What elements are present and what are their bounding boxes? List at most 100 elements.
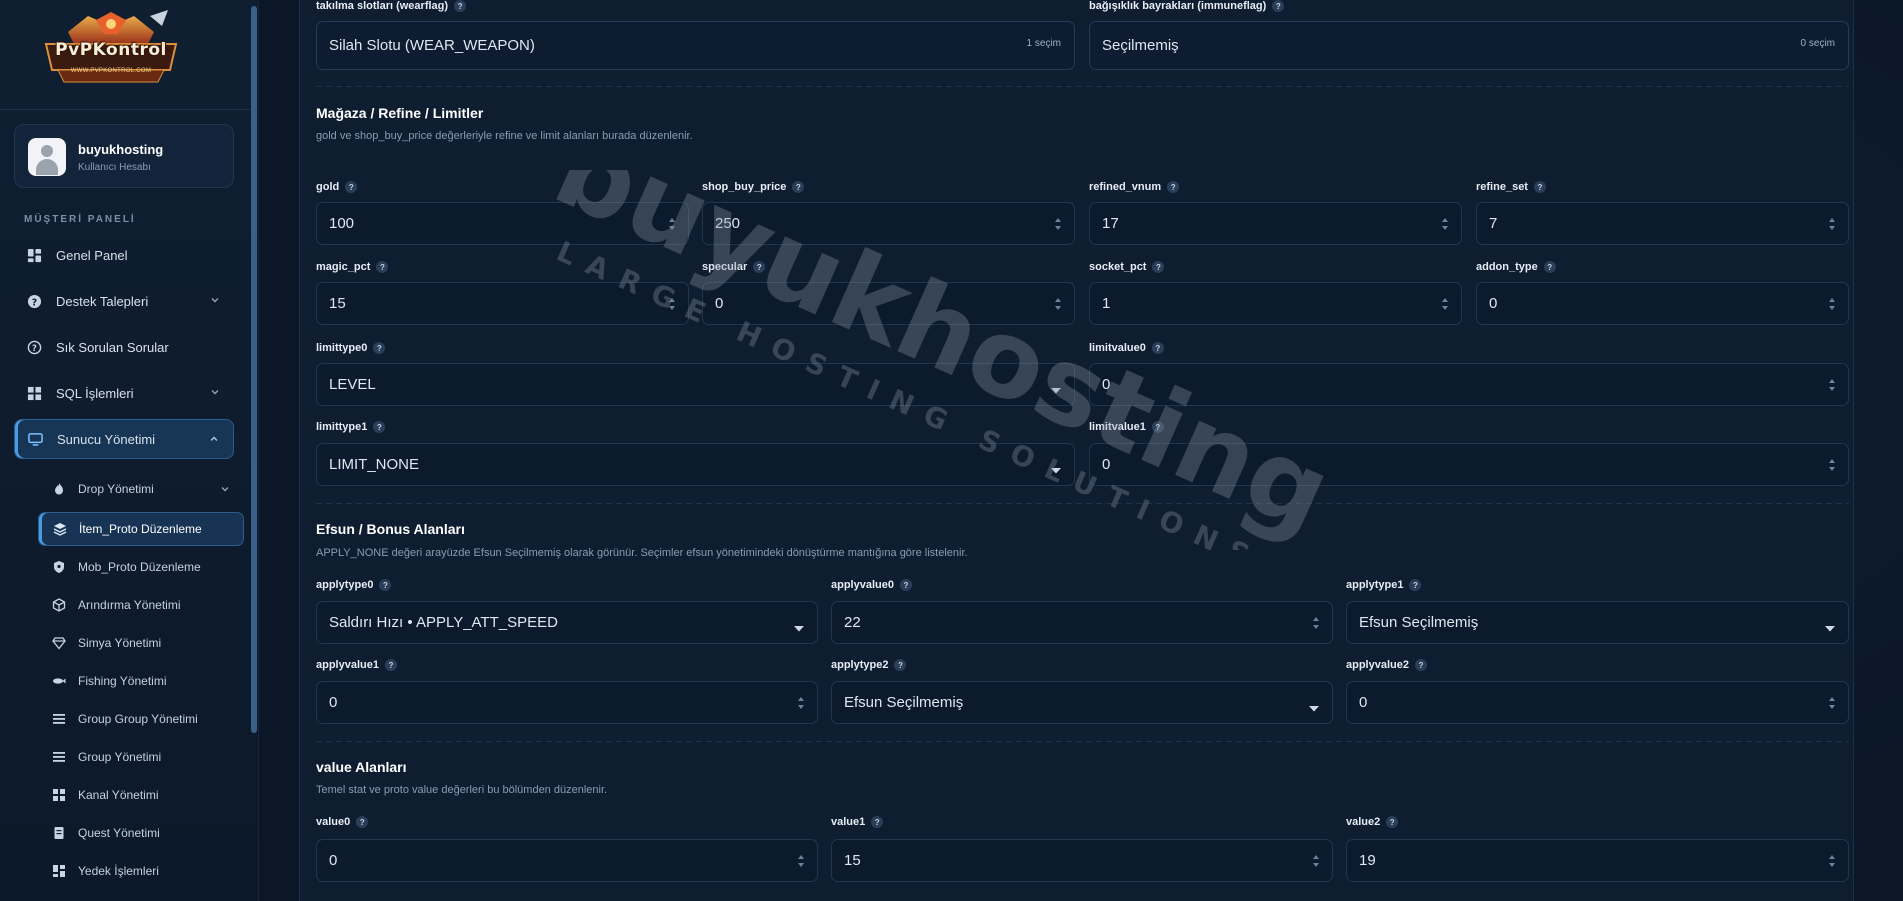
help-icon[interactable]: ? — [1167, 181, 1180, 193]
stepper-icon[interactable] — [1827, 295, 1837, 313]
grid-icon — [27, 386, 42, 401]
sidebar-subitem-group-group[interactable]: Group Group Yönetimi — [38, 702, 244, 736]
shop-section-desc: gold ve shop_buy_price değerleriyle refi… — [316, 130, 693, 142]
sidebar-subitem-quest[interactable]: Quest Yönetimi — [38, 816, 244, 850]
chevron-down-icon — [1308, 700, 1320, 712]
specular-label: specular? — [702, 261, 766, 273]
sidebar-scrollbar[interactable] — [251, 6, 257, 733]
value0-label: value0? — [316, 816, 369, 828]
addon-type-input[interactable]: 0 — [1476, 282, 1849, 325]
stepper-icon[interactable] — [796, 852, 806, 870]
user-card[interactable]: buyukhosting Kullanıcı Hesabı — [14, 124, 234, 188]
sidebar: PvPKontrol WWW.PVPKONTROL.COM buyukhosti… — [0, 0, 259, 901]
sidebar-subitem-mob-proto[interactable]: Mob_Proto Düzenleme — [38, 550, 244, 584]
limittype0-select[interactable]: LEVEL — [316, 363, 1075, 406]
help-icon[interactable]: ? — [356, 816, 369, 828]
brand-logo[interactable]: PvPKontrol WWW.PVPKONTROL.COM — [38, 10, 184, 98]
help-icon[interactable]: ? — [373, 342, 386, 354]
value2-input[interactable]: 19 — [1346, 839, 1849, 882]
magic-pct-input[interactable]: 15 — [316, 282, 689, 325]
help-icon[interactable]: ? — [1414, 659, 1427, 671]
applyvalue1-input[interactable]: 0 — [316, 681, 818, 724]
help-icon[interactable]: ? — [1386, 816, 1399, 828]
sidebar-subitem-label: Group Yönetimi — [78, 750, 162, 764]
help-icon[interactable]: ? — [454, 0, 467, 12]
sidebar-item-destek-talepleri[interactable]: ? Destek Talepleri — [14, 281, 234, 321]
help-icon[interactable]: ? — [1151, 342, 1164, 354]
help-icon[interactable]: ? — [1543, 261, 1556, 273]
help-icon[interactable]: ? — [1152, 261, 1165, 273]
socket-pct-input[interactable]: 1 — [1089, 282, 1462, 325]
wearflag-select[interactable]: Silah Slotu (WEAR_WEAPON) 1 seçim — [316, 21, 1075, 70]
stepper-icon[interactable] — [1827, 852, 1837, 870]
sidebar-subitem-yedek[interactable]: Yedek İşlemleri — [38, 854, 244, 888]
wearflag-label: takılma slotları (wearflag)? — [316, 0, 467, 12]
help-icon[interactable]: ? — [894, 659, 907, 671]
specular-input[interactable]: 0 — [702, 282, 1075, 325]
help-icon[interactable]: ? — [753, 261, 766, 273]
value1-input[interactable]: 15 — [831, 839, 1333, 882]
value-section-desc: Temel stat ve proto value değerleri bu b… — [316, 784, 608, 796]
applytype2-select[interactable]: Efsun Seçilmemiş — [831, 681, 1333, 724]
sidebar-subitem-kanal[interactable]: Kanal Yönetimi — [38, 778, 244, 812]
help-icon[interactable]: ? — [384, 659, 397, 671]
stepper-icon[interactable] — [1440, 295, 1450, 313]
refine-set-input[interactable]: 7 — [1476, 202, 1849, 245]
stepper-icon[interactable] — [1440, 215, 1450, 233]
socket-pct-label: socket_pct? — [1089, 261, 1165, 273]
immuneflag-select[interactable]: Seçilmemiş 0 seçim — [1089, 21, 1849, 70]
sidebar-subitem-item-proto[interactable]: İtem_Proto Düzenleme — [38, 512, 244, 546]
stepper-icon[interactable] — [1827, 694, 1837, 712]
applytype1-select[interactable]: Efsun Seçilmemiş — [1346, 601, 1849, 644]
sidebar-subitem-group[interactable]: Group Yönetimi — [38, 740, 244, 774]
applyvalue1-label: applyvalue1? — [316, 659, 397, 671]
help-icon[interactable]: ? — [345, 181, 358, 193]
gold-input[interactable]: 100 — [316, 202, 689, 245]
applyvalue0-label: applyvalue0? — [831, 579, 912, 591]
shield-icon — [52, 560, 66, 574]
applytype0-select[interactable]: Saldırı Hızı • APPLY_ATT_SPEED — [316, 601, 818, 644]
sidebar-item-sunucu-yonetimi[interactable]: Sunucu Yönetimi — [14, 419, 234, 459]
shop-buy-price-input[interactable]: 250 — [702, 202, 1075, 245]
stepper-icon[interactable] — [1827, 456, 1837, 474]
help-icon[interactable]: ? — [376, 261, 389, 273]
sidebar-subitem-fishing[interactable]: Fishing Yönetimi — [38, 664, 244, 698]
stepper-icon[interactable] — [667, 215, 677, 233]
help-icon[interactable]: ? — [1409, 579, 1422, 591]
value0-input[interactable]: 0 — [316, 839, 818, 882]
stepper-icon[interactable] — [1827, 376, 1837, 394]
stepper-icon[interactable] — [1311, 852, 1321, 870]
sidebar-item-sql-islemleri[interactable]: SQL İşlemleri — [14, 373, 234, 413]
applyvalue0-input[interactable]: 22 — [831, 601, 1333, 644]
help-icon[interactable]: ? — [871, 816, 884, 828]
stepper-icon[interactable] — [1311, 614, 1321, 632]
sidebar-subitem-arindirma[interactable]: Arındırma Yönetimi — [38, 588, 244, 622]
help-icon[interactable]: ? — [899, 579, 912, 591]
limitvalue1-input[interactable]: 0 — [1089, 443, 1849, 486]
sidebar-subitem-label: Quest Yönetimi — [78, 826, 160, 840]
stepper-icon[interactable] — [667, 295, 677, 313]
help-icon[interactable]: ? — [792, 181, 805, 193]
list-icon — [52, 750, 66, 764]
applyvalue2-input[interactable]: 0 — [1346, 681, 1849, 724]
stepper-icon[interactable] — [1053, 215, 1063, 233]
stepper-icon[interactable] — [1053, 295, 1063, 313]
sidebar-item-genel-panel[interactable]: Genel Panel — [14, 235, 234, 275]
help-icon[interactable]: ? — [1272, 0, 1285, 12]
help-icon[interactable]: ? — [379, 579, 392, 591]
list-icon — [52, 712, 66, 726]
help-icon[interactable]: ? — [1533, 181, 1546, 193]
stepper-icon[interactable] — [1827, 215, 1837, 233]
help-icon[interactable]: ? — [373, 421, 386, 433]
applytype2-label: applytype2? — [831, 659, 907, 671]
sidebar-item-sss[interactable]: ? Sık Sorulan Sorular — [14, 327, 234, 367]
refined-vnum-input[interactable]: 17 — [1089, 202, 1462, 245]
value1-label: value1? — [831, 816, 884, 828]
sidebar-subitem-simya[interactable]: Simya Yönetimi — [38, 626, 244, 660]
limittype1-select[interactable]: LIMIT_NONE — [316, 443, 1075, 486]
stepper-icon[interactable] — [796, 694, 806, 712]
limitvalue0-input[interactable]: 0 — [1089, 363, 1849, 406]
grid-icon — [52, 788, 66, 802]
help-icon[interactable]: ? — [1151, 421, 1164, 433]
sidebar-subitem-drop-yonetimi[interactable]: Drop Yönetimi — [38, 472, 244, 506]
